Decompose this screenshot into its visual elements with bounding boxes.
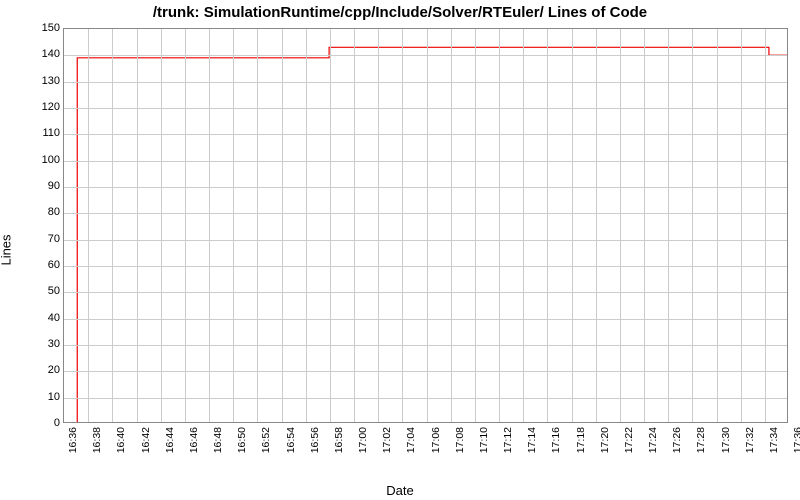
x-gridline <box>475 29 476 422</box>
x-tick-label: 17:10 <box>478 427 490 453</box>
x-gridline <box>112 29 113 422</box>
x-tick-label: 16:38 <box>91 427 103 453</box>
x-gridline <box>257 29 258 422</box>
y-gridline <box>64 266 787 267</box>
x-tick-label: 17:26 <box>671 427 683 453</box>
x-tick-label: 16:56 <box>309 427 321 453</box>
y-gridline <box>64 161 787 162</box>
x-gridline <box>233 29 234 422</box>
chart-title: /trunk: SimulationRuntime/cpp/Include/So… <box>0 4 800 21</box>
x-gridline <box>88 29 89 422</box>
x-tick-label: 17:22 <box>623 427 635 453</box>
y-gridline <box>64 187 787 188</box>
x-gridline <box>427 29 428 422</box>
x-tick-label: 16:42 <box>140 427 152 453</box>
x-tick-label: 16:44 <box>164 427 176 453</box>
y-tick-label: 50 <box>20 285 60 297</box>
x-gridline <box>547 29 548 422</box>
x-gridline <box>451 29 452 422</box>
x-gridline <box>523 29 524 422</box>
x-gridline <box>572 29 573 422</box>
y-gridline <box>64 371 787 372</box>
y-gridline <box>64 292 787 293</box>
x-gridline <box>378 29 379 422</box>
x-tick-label: 17:00 <box>357 427 369 453</box>
x-gridline <box>161 29 162 422</box>
x-tick-label: 17:12 <box>502 427 514 453</box>
y-gridline <box>64 134 787 135</box>
x-gridline <box>644 29 645 422</box>
y-gridline <box>64 82 787 83</box>
y-tick-label: 0 <box>20 417 60 429</box>
x-gridline <box>620 29 621 422</box>
x-tick-label: 17:34 <box>768 427 780 453</box>
y-tick-label: 60 <box>20 259 60 271</box>
x-gridline <box>499 29 500 422</box>
x-tick-label: 17:32 <box>744 427 756 453</box>
x-axis-label: Date <box>0 483 800 498</box>
y-axis-label: Lines <box>0 234 14 265</box>
chart-container: /trunk: SimulationRuntime/cpp/Include/So… <box>0 0 800 500</box>
y-gridline <box>64 55 787 56</box>
x-gridline <box>306 29 307 422</box>
y-tick-label: 20 <box>20 364 60 376</box>
x-tick-label: 17:20 <box>599 427 611 453</box>
x-tick-label: 17:14 <box>526 427 538 453</box>
x-tick-label: 16:54 <box>285 427 297 453</box>
x-gridline <box>765 29 766 422</box>
x-tick-label: 17:36 <box>792 427 800 453</box>
x-tick-label: 16:40 <box>115 427 127 453</box>
x-tick-label: 17:18 <box>575 427 587 453</box>
plot-area <box>63 28 788 423</box>
x-gridline <box>668 29 669 422</box>
y-tick-label: 150 <box>20 22 60 34</box>
y-tick-label: 80 <box>20 206 60 218</box>
y-tick-label: 90 <box>20 180 60 192</box>
y-tick-label: 30 <box>20 338 60 350</box>
x-gridline <box>402 29 403 422</box>
x-gridline <box>330 29 331 422</box>
x-tick-label: 16:50 <box>236 427 248 453</box>
y-tick-label: 130 <box>20 75 60 87</box>
y-gridline <box>64 398 787 399</box>
y-tick-label: 140 <box>20 48 60 60</box>
x-tick-label: 17:02 <box>381 427 393 453</box>
x-tick-label: 16:36 <box>67 427 79 453</box>
y-tick-label: 100 <box>20 154 60 166</box>
y-gridline <box>64 319 787 320</box>
x-gridline <box>209 29 210 422</box>
x-tick-label: 17:04 <box>405 427 417 453</box>
y-gridline <box>64 108 787 109</box>
y-tick-label: 40 <box>20 312 60 324</box>
x-tick-label: 16:48 <box>212 427 224 453</box>
line-series <box>64 29 787 422</box>
y-gridline <box>64 240 787 241</box>
x-gridline <box>354 29 355 422</box>
y-gridline <box>64 213 787 214</box>
x-gridline <box>282 29 283 422</box>
x-tick-label: 17:24 <box>647 427 659 453</box>
x-gridline <box>741 29 742 422</box>
x-tick-label: 16:46 <box>188 427 200 453</box>
y-tick-label: 10 <box>20 391 60 403</box>
x-tick-label: 17:06 <box>430 427 442 453</box>
x-gridline <box>717 29 718 422</box>
y-gridline <box>64 345 787 346</box>
y-tick-label: 70 <box>20 233 60 245</box>
x-gridline <box>185 29 186 422</box>
loc-line <box>77 47 787 422</box>
x-tick-label: 17:08 <box>454 427 466 453</box>
y-tick-label: 120 <box>20 101 60 113</box>
x-gridline <box>596 29 597 422</box>
x-tick-label: 17:28 <box>695 427 707 453</box>
x-tick-label: 17:30 <box>720 427 732 453</box>
x-tick-label: 16:58 <box>333 427 345 453</box>
y-tick-label: 110 <box>20 127 60 139</box>
x-tick-label: 17:16 <box>550 427 562 453</box>
x-gridline <box>692 29 693 422</box>
x-tick-label: 16:52 <box>260 427 272 453</box>
x-gridline <box>137 29 138 422</box>
